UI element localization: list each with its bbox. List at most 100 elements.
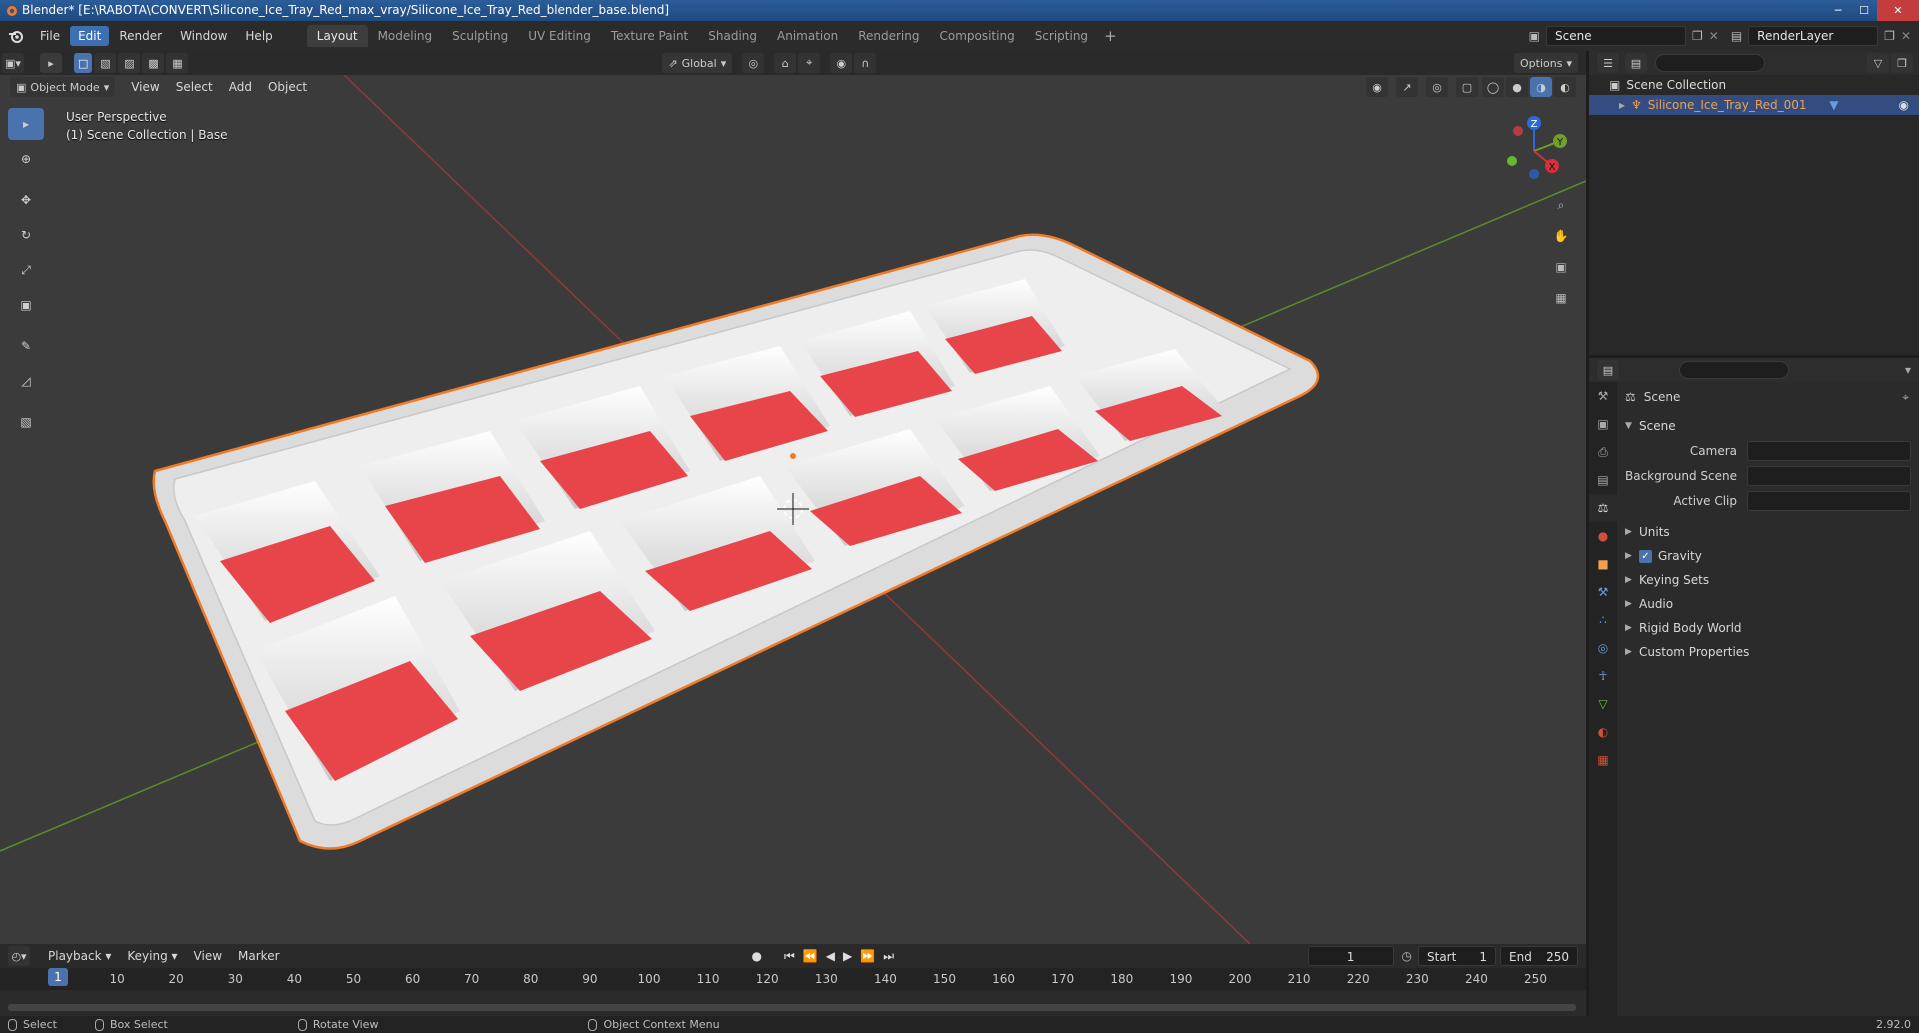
tab-sculpting[interactable]: Sculpting: [442, 25, 518, 47]
units-panel[interactable]: ▶ Units: [1625, 522, 1911, 542]
pan-hand-icon[interactable]: ✋: [1548, 223, 1574, 249]
menu-window[interactable]: Window: [172, 26, 235, 46]
snap-target-icon[interactable]: ⌖: [798, 53, 821, 73]
timeline-editor-icon[interactable]: ◴▾: [8, 946, 30, 966]
falloff-icon[interactable]: ∩: [854, 53, 877, 73]
outliner-editor-icon[interactable]: ☰: [1597, 53, 1619, 73]
options-dropdown[interactable]: Options ▾: [1514, 53, 1578, 73]
new-collection-icon[interactable]: ❐: [1891, 53, 1913, 73]
select-tool-icon[interactable]: ▸: [40, 53, 62, 73]
start-frame-field[interactable]: Start 1: [1418, 946, 1496, 966]
scale-tool-icon[interactable]: ⤢: [8, 254, 44, 286]
tab-modeling[interactable]: Modeling: [368, 25, 443, 47]
prev-keyframe-icon[interactable]: ⏪: [803, 949, 818, 963]
camera-view-icon[interactable]: ▣: [1548, 254, 1574, 280]
wireframe-shading-icon[interactable]: ◯: [1482, 77, 1504, 97]
overlays-icon[interactable]: ◎: [1426, 77, 1448, 97]
playhead[interactable]: 1: [48, 968, 68, 986]
outliner-search-input[interactable]: [1655, 54, 1765, 72]
add-cube-tool-icon[interactable]: ▧: [8, 406, 44, 438]
data-tab-icon[interactable]: ▽: [1589, 690, 1617, 718]
particles-tab-icon[interactable]: ∴: [1589, 606, 1617, 634]
xray-icon[interactable]: ▢: [1456, 77, 1478, 97]
gravity-checkbox[interactable]: ✓: [1639, 549, 1652, 563]
background-scene-field[interactable]: [1747, 466, 1911, 486]
properties-editor-icon[interactable]: ▤: [1597, 360, 1619, 380]
keying-menu[interactable]: Keying ▾: [119, 947, 185, 965]
tab-shading[interactable]: Shading: [698, 25, 767, 47]
gravity-panel[interactable]: ▶ ✓ Gravity: [1625, 546, 1911, 566]
3d-viewport[interactable]: Z Y X: [0, 51, 1586, 944]
menu-file[interactable]: File: [32, 26, 68, 46]
rendered-shading-icon[interactable]: ◐: [1554, 77, 1576, 97]
remove-scene-icon[interactable]: ✕: [1709, 29, 1719, 43]
record-icon[interactable]: ●: [752, 949, 762, 963]
eye-visibility-icon[interactable]: ◉: [1899, 98, 1909, 112]
view-layer-selector[interactable]: RenderLayer: [1748, 26, 1879, 46]
object-tab-icon[interactable]: ■: [1589, 550, 1617, 578]
select-extend-icon[interactable]: ▧: [94, 53, 117, 73]
menu-edit[interactable]: Edit: [70, 26, 110, 46]
pin-icon[interactable]: ⌖: [1902, 390, 1909, 405]
timeline-scrollbar[interactable]: [8, 1004, 1576, 1011]
constraints-tab-icon[interactable]: ☥: [1589, 662, 1617, 690]
transform-orientation-dropdown[interactable]: ⇗ Global ▾: [662, 53, 733, 73]
close-button[interactable]: ✕: [1877, 0, 1919, 21]
maximize-button[interactable]: ☐: [1851, 0, 1877, 21]
texture-tab-icon[interactable]: ▦: [1589, 746, 1617, 774]
display-mode-icon[interactable]: ▤: [1625, 53, 1647, 73]
navigation-gizmo[interactable]: Z Y X: [1490, 111, 1570, 181]
blender-menu-icon[interactable]: [8, 28, 24, 44]
scene-tab-icon[interactable]: ⚖: [1589, 494, 1617, 522]
scene-panel-header[interactable]: ▼ Scene: [1625, 416, 1911, 436]
annotate-tool-icon[interactable]: ✎: [8, 330, 44, 362]
outliner-scene-collection[interactable]: ▣ Scene Collection: [1589, 75, 1919, 95]
tab-texture-paint[interactable]: Texture Paint: [601, 25, 698, 47]
timeline-view-menu[interactable]: View: [186, 947, 230, 965]
visibility-icon[interactable]: ◉: [1366, 77, 1388, 97]
select-intersect-icon[interactable]: ▦: [166, 53, 189, 73]
tool-tab-icon[interactable]: ⚒: [1589, 382, 1617, 410]
zoom-icon[interactable]: ⌕: [1548, 192, 1574, 218]
tab-layout[interactable]: Layout: [306, 25, 368, 47]
gizmo-toggle-icon[interactable]: ↗: [1396, 77, 1418, 97]
active-clip-field[interactable]: [1747, 491, 1911, 511]
transform-tool-icon[interactable]: ▣: [8, 289, 44, 321]
render-tab-icon[interactable]: ▣: [1589, 410, 1617, 438]
tab-animation[interactable]: Animation: [767, 25, 848, 47]
select-subtract-icon[interactable]: ▨: [118, 53, 141, 73]
new-scene-icon[interactable]: ❐: [1692, 29, 1703, 43]
remove-view-layer-icon[interactable]: ✕: [1901, 29, 1911, 43]
custom-properties-panel[interactable]: ▶ Custom Properties: [1625, 642, 1911, 662]
menu-render[interactable]: Render: [111, 26, 170, 46]
end-frame-field[interactable]: End 250: [1500, 946, 1578, 966]
chevron-down-icon[interactable]: ▾: [1905, 363, 1911, 377]
select-box-tool-icon[interactable]: ▸: [8, 108, 44, 140]
physics-tab-icon[interactable]: ◎: [1589, 634, 1617, 662]
snap-icon[interactable]: ⌂: [774, 53, 797, 73]
material-shading-icon[interactable]: ◑: [1530, 77, 1552, 97]
object-mode-dropdown[interactable]: ▣ Object Mode ▾: [10, 77, 116, 97]
next-keyframe-icon[interactable]: ⏩: [860, 949, 875, 963]
tab-uv-editing[interactable]: UV Editing: [518, 25, 601, 47]
editor-type-icon[interactable]: ▣▾: [2, 53, 24, 73]
modifier-tab-icon[interactable]: ⚒: [1589, 578, 1617, 606]
scene-selector[interactable]: Scene: [1546, 26, 1686, 46]
material-tab-icon[interactable]: ◐: [1589, 718, 1617, 746]
play-icon[interactable]: ▶: [843, 949, 852, 963]
tab-scripting[interactable]: Scripting: [1025, 25, 1098, 47]
rigid-body-world-panel[interactable]: ▶ Rigid Body World: [1625, 618, 1911, 638]
scene-type-icon[interactable]: ▣: [1529, 29, 1540, 43]
world-tab-icon[interactable]: ●: [1589, 522, 1617, 550]
minimize-button[interactable]: ─: [1825, 0, 1851, 21]
jump-end-icon[interactable]: ⏭: [883, 949, 894, 964]
menu-add[interactable]: Add: [221, 78, 260, 96]
menu-view[interactable]: View: [123, 78, 167, 96]
pivot-point-icon[interactable]: ◎: [742, 53, 765, 73]
menu-select[interactable]: Select: [168, 78, 221, 96]
expand-arrow-icon[interactable]: ▸: [1619, 98, 1625, 112]
playback-menu[interactable]: Playback ▾: [40, 947, 119, 965]
select-box-mode-icon[interactable]: □: [74, 53, 93, 73]
outliner-object-row[interactable]: ▸ ♆ Silicone_Ice_Tray_Red_001 ▼ ◉: [1589, 95, 1919, 115]
proportional-edit-icon[interactable]: ◉: [830, 53, 853, 73]
